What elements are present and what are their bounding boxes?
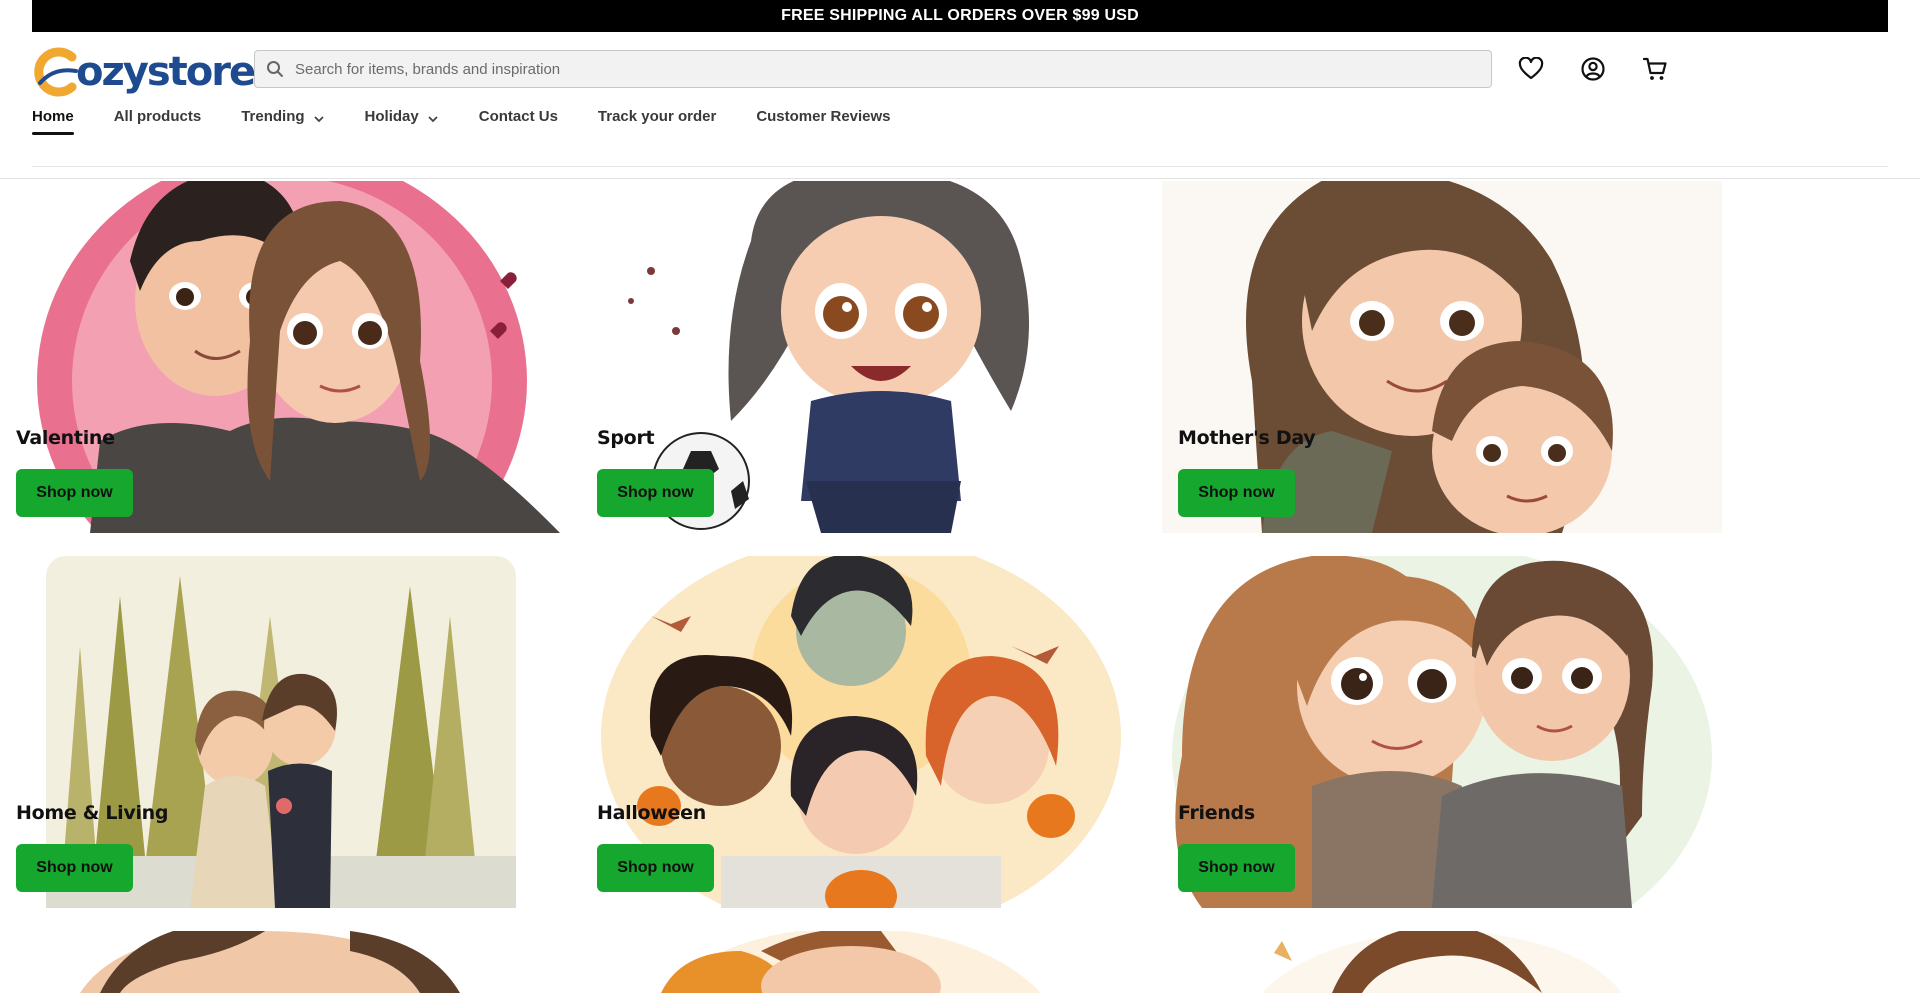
header-actions — [1515, 50, 1671, 88]
wishlist-button[interactable] — [1515, 50, 1547, 88]
row3-illustration — [581, 931, 1141, 993]
category-title: Friends — [1178, 802, 1255, 824]
heart-icon — [1518, 57, 1544, 80]
category-card-friends[interactable]: Friends Shop now — [1162, 556, 1722, 908]
store-logo[interactable]: ozystore — [32, 44, 256, 100]
shop-now-button[interactable]: Shop now — [16, 844, 133, 892]
search-input[interactable] — [295, 51, 1491, 87]
category-title: Valentine — [16, 427, 115, 449]
shop-now-button[interactable]: Shop now — [1178, 844, 1295, 892]
category-title: Home & Living — [16, 802, 169, 824]
main-nav: Home All products Trending Holiday Conta… — [32, 94, 931, 154]
shop-now-button[interactable]: Shop now — [1178, 469, 1295, 517]
logo-text: ozystore — [76, 49, 256, 95]
category-card-row3-2[interactable] — [581, 931, 1141, 993]
category-card-home-living[interactable]: Home & Living Shop now — [0, 556, 560, 908]
search-icon — [255, 50, 295, 88]
shop-now-button[interactable]: Shop now — [597, 469, 714, 517]
content-top-edge — [0, 178, 1920, 179]
nav-customer-reviews[interactable]: Customer Reviews — [756, 94, 890, 138]
category-card-row3-3[interactable] — [1162, 931, 1722, 993]
announcement-bar: FREE SHIPPING ALL ORDERS OVER $99 USD — [32, 0, 1888, 32]
row3-illustration — [0, 931, 560, 993]
logo-mark-icon — [32, 47, 80, 97]
announcement-text: FREE SHIPPING ALL ORDERS OVER $99 USD — [781, 7, 1139, 24]
cart-icon — [1642, 57, 1667, 80]
cart-button[interactable] — [1639, 50, 1671, 88]
header-divider — [32, 166, 1888, 167]
nav-home[interactable]: Home — [32, 94, 74, 138]
nav-holiday[interactable]: Holiday — [365, 94, 439, 138]
category-title: Mother's Day — [1178, 427, 1316, 449]
account-button[interactable] — [1577, 50, 1609, 88]
category-title: Sport — [597, 427, 655, 449]
nav-all-products[interactable]: All products — [114, 94, 202, 138]
shop-now-button[interactable]: Shop now — [597, 844, 714, 892]
chevron-down-icon — [427, 111, 439, 128]
shop-now-button[interactable]: Shop now — [16, 469, 133, 517]
nav-track-order[interactable]: Track your order — [598, 94, 716, 138]
search-bar[interactable] — [254, 50, 1492, 88]
row3-illustration — [1162, 931, 1722, 993]
account-icon — [1581, 57, 1605, 81]
chevron-down-icon — [313, 111, 325, 128]
nav-contact-us[interactable]: Contact Us — [479, 94, 558, 138]
category-title: Halloween — [597, 802, 706, 824]
nav-trending[interactable]: Trending — [241, 94, 324, 138]
category-card-mothers-day[interactable]: Mother's Day Shop now — [1162, 181, 1722, 533]
category-card-row3-1[interactable] — [0, 931, 560, 993]
category-card-sport[interactable]: Sport Shop now — [581, 181, 1141, 533]
category-card-halloween[interactable]: Halloween Shop now — [581, 556, 1141, 908]
category-card-valentine[interactable]: Valentine Shop now — [0, 181, 560, 533]
